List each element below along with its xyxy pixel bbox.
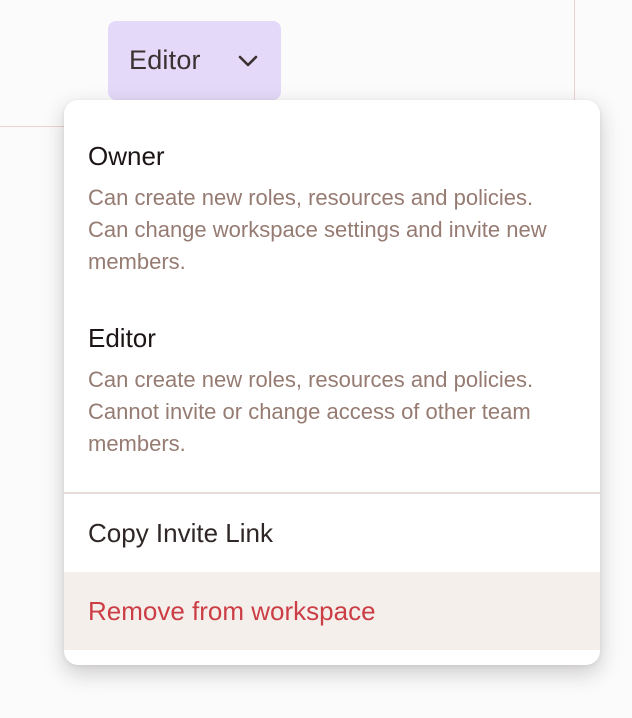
copy-invite-link-item[interactable]: Copy Invite Link bbox=[64, 494, 600, 572]
role-option-title: Owner bbox=[88, 141, 165, 171]
role-option-description: Can create new roles, resources and poli… bbox=[88, 367, 534, 456]
role-select-trigger[interactable]: Editor bbox=[108, 21, 281, 100]
role-select-value: Editor bbox=[129, 45, 201, 75]
remove-from-workspace-item[interactable]: Remove from workspace bbox=[64, 572, 600, 650]
role-option-owner[interactable]: Owner Can create new roles, resources an… bbox=[64, 138, 600, 278]
role-option-title: Editor bbox=[88, 323, 156, 353]
role-option-editor[interactable]: Editor Can create new roles, resources a… bbox=[64, 320, 600, 460]
role-dropdown-menu: Owner Can create new roles, resources an… bbox=[64, 100, 600, 665]
background-divider-vertical bbox=[574, 0, 575, 100]
role-option-description: Can create new roles, resources and poli… bbox=[88, 185, 547, 274]
chevron-down-icon bbox=[237, 50, 259, 72]
background-divider-horizontal bbox=[0, 126, 64, 127]
